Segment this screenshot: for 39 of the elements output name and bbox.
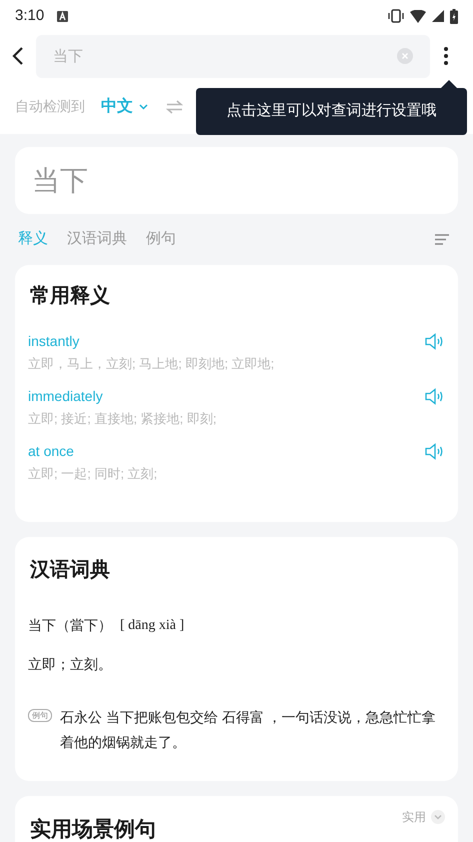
wifi-icon — [410, 10, 426, 22]
search-field[interactable]: 当下 — [36, 34, 430, 78]
translation-word[interactable]: at once — [28, 441, 425, 461]
speaker-icon[interactable] — [425, 333, 444, 350]
definition: 立即；立刻。 — [28, 655, 113, 674]
speaker-icon[interactable] — [425, 443, 444, 460]
section-title: 常用释义 — [30, 284, 111, 309]
translation-meaning: 立即; 一起; 同时; 立刻; — [28, 465, 158, 483]
speaker-icon[interactable] — [425, 388, 444, 405]
status-time: 3:10 — [15, 6, 44, 26]
filter-button[interactable]: 实用 — [402, 808, 445, 826]
chevron-down-icon — [139, 104, 148, 110]
example-badge: 例句 — [28, 709, 52, 722]
swap-icon[interactable] — [166, 100, 183, 114]
sort-icon[interactable] — [435, 234, 449, 245]
translation-meaning: 立即; 接近; 直接地; 紧接地; 即刻; — [28, 410, 218, 428]
dictionary-entry: 当下（當下） — [28, 616, 112, 635]
chevron-down-icon — [431, 810, 445, 824]
section-title: 汉语词典 — [30, 558, 111, 583]
tab[interactable]: 汉语词典 — [67, 228, 127, 251]
translation-word[interactable]: instantly — [28, 331, 425, 351]
signal-icon — [432, 10, 444, 22]
tab[interactable]: 例句 — [146, 228, 176, 251]
detected-label: 自动检测到 — [15, 97, 85, 116]
vibrate-icon — [388, 9, 404, 23]
more-icon[interactable] — [444, 47, 448, 65]
section-title: 实用场景例句 — [30, 816, 156, 842]
clear-icon[interactable] — [397, 48, 413, 64]
translation-meaning: 立即，马上，立刻; 马上地; 即刻地; 立即地; — [28, 355, 276, 373]
example-sentence: 石永公 当下把账包包交给 石得富 ，一句话没说，急急忙忙拿着他的烟锅就走了。 — [60, 708, 437, 752]
tab[interactable]: 释义 — [18, 228, 48, 251]
source-language-button[interactable]: 中文 — [101, 94, 148, 118]
translation-word[interactable]: immediately — [28, 386, 425, 406]
back-icon[interactable] — [12, 46, 24, 66]
pinyin: [ dāng xià ] — [120, 617, 184, 635]
headword: 当下 — [32, 164, 88, 198]
tooltip-text: 点击这里可以对查词进行设置哦 — [226, 101, 436, 122]
notification-icon — [57, 10, 68, 22]
battery-icon — [450, 8, 458, 24]
